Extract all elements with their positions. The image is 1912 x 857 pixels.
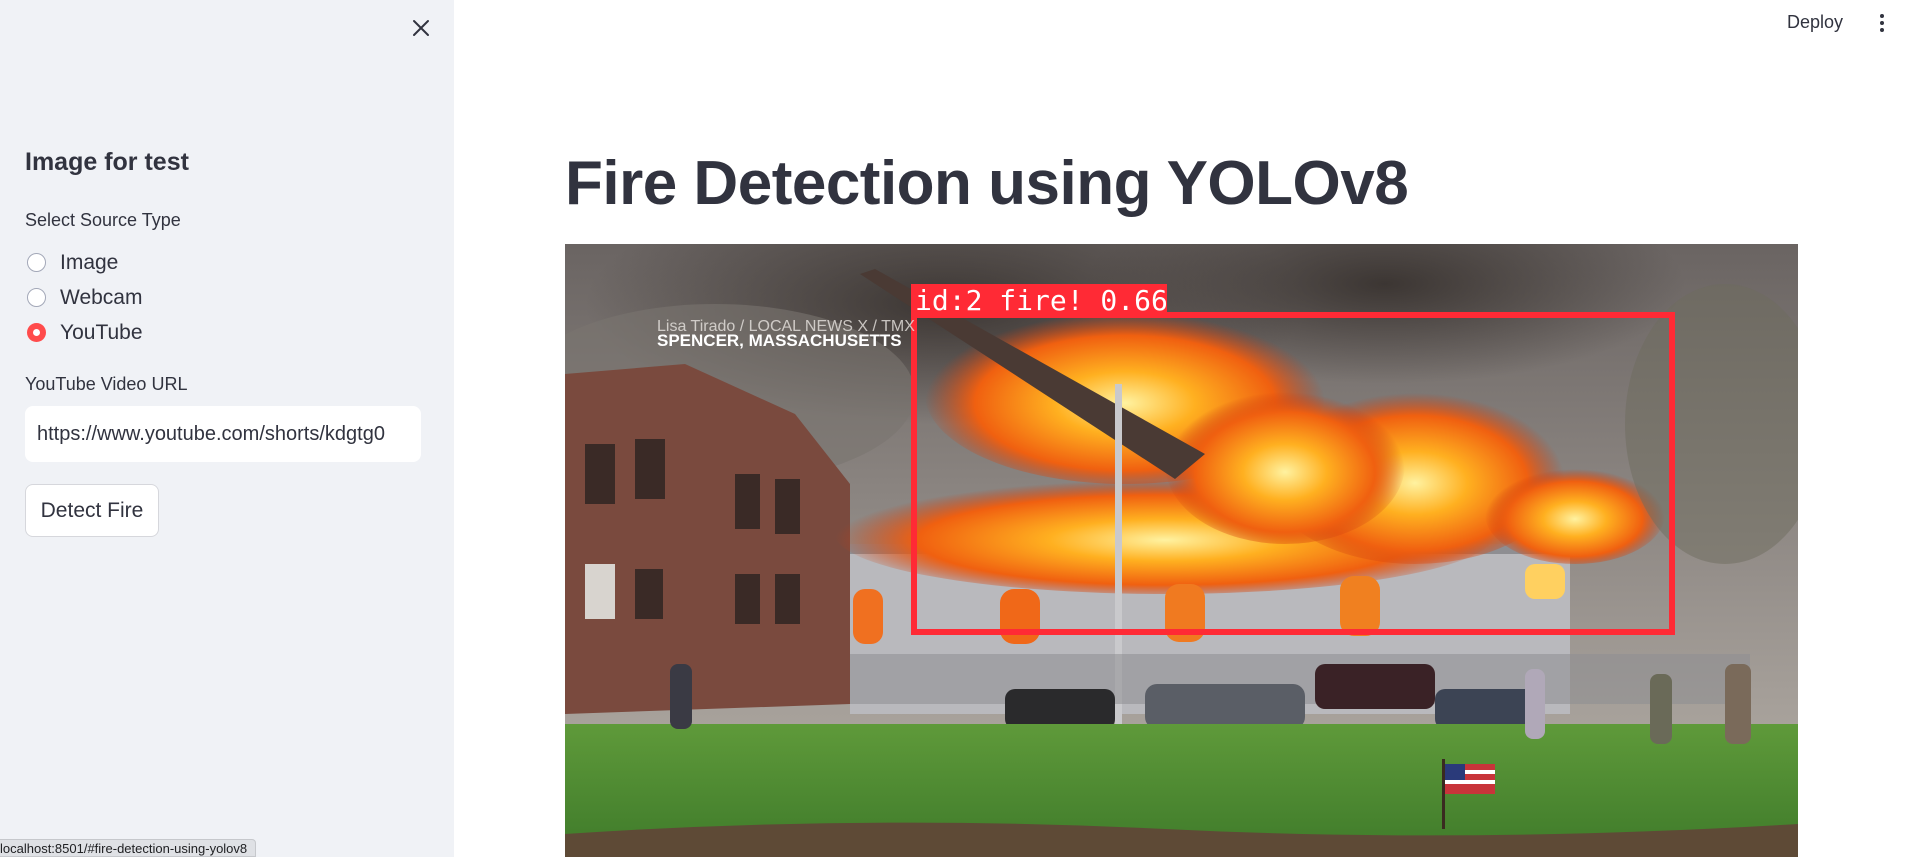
radio-option-label: YouTube [60,320,143,344]
deploy-button[interactable]: Deploy [1787,12,1843,33]
radio-option-image[interactable]: Image [27,245,143,280]
detection-label: id:2 fire! 0.66 [915,284,1168,317]
video-frame: id:2 fire! 0.66 Lisa Tirado / LOCAL NEWS… [565,244,1798,857]
radio-option-label: Webcam [60,285,143,309]
radio-checked-icon [27,323,46,342]
radio-option-label: Image [60,250,119,274]
close-sidebar-button[interactable] [405,12,437,44]
radio-option-webcam[interactable]: Webcam [27,280,143,315]
radio-unchecked-icon [27,288,46,307]
sidebar: Image for test Select Source Type Image … [0,0,454,857]
source-type-label: Select Source Type [25,210,181,230]
page-title: Fire Detection using YOLOv8 [565,149,1409,218]
youtube-url-label: YouTube Video URL [25,374,188,394]
status-bar-url: localhost:8501/#fire-detection-using-yol… [0,839,257,857]
video-caption-location: SPENCER, MASSACHUSETTS [657,331,902,350]
radio-option-youtube[interactable]: YouTube [27,315,143,350]
radio-unchecked-icon [27,253,46,272]
main-menu-button[interactable] [1870,8,1894,38]
close-icon [413,20,429,36]
detect-fire-button[interactable]: Detect Fire [25,484,159,537]
youtube-url-input[interactable] [25,406,421,462]
source-type-radio-group: Image Webcam YouTube [27,245,143,350]
vertical-dots-icon [1880,14,1884,18]
fire-scene-image: id:2 fire! 0.66 Lisa Tirado / LOCAL NEWS… [565,244,1798,857]
sidebar-title: Image for test [25,148,189,176]
